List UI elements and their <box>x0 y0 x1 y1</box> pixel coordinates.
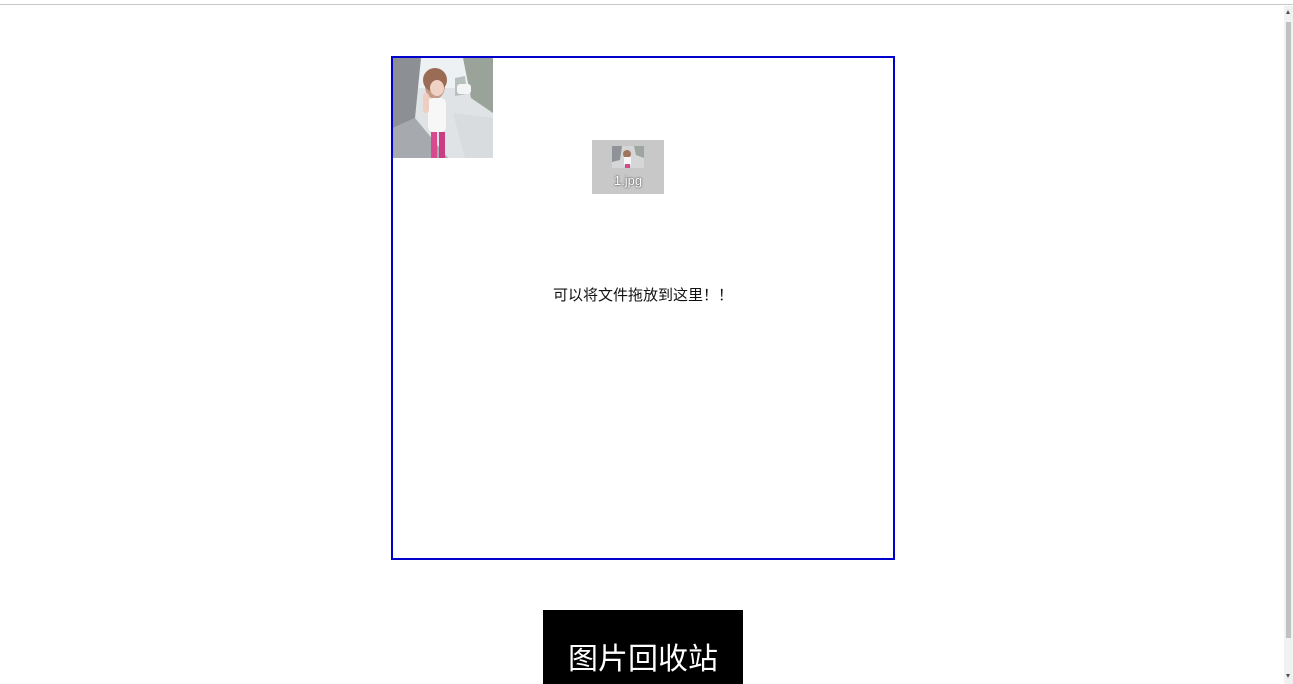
recycle-bin-label: 图片回收站 <box>568 642 718 677</box>
photo-thumbnail-icon[interactable] <box>393 58 493 158</box>
scrollbar-thumb[interactable] <box>1286 22 1291 638</box>
scroll-down-arrow-icon[interactable] <box>1286 674 1290 678</box>
scroll-up-arrow-icon[interactable] <box>1286 10 1290 14</box>
drop-hint-text: 可以将文件拖放到这里！！ <box>552 286 733 304</box>
file-drop-zone[interactable]: 1.jpg 可以将文件拖放到这里！！ <box>391 56 895 560</box>
dragged-file-name: 1.jpg <box>613 173 643 188</box>
vertical-scrollbar[interactable] <box>1284 6 1293 684</box>
image-file-icon <box>612 146 644 168</box>
dragged-file[interactable]: 1.jpg <box>592 140 664 194</box>
browser-top-edge <box>0 0 1293 5</box>
image-recycle-bin[interactable]: 图片回收站 <box>543 610 743 684</box>
